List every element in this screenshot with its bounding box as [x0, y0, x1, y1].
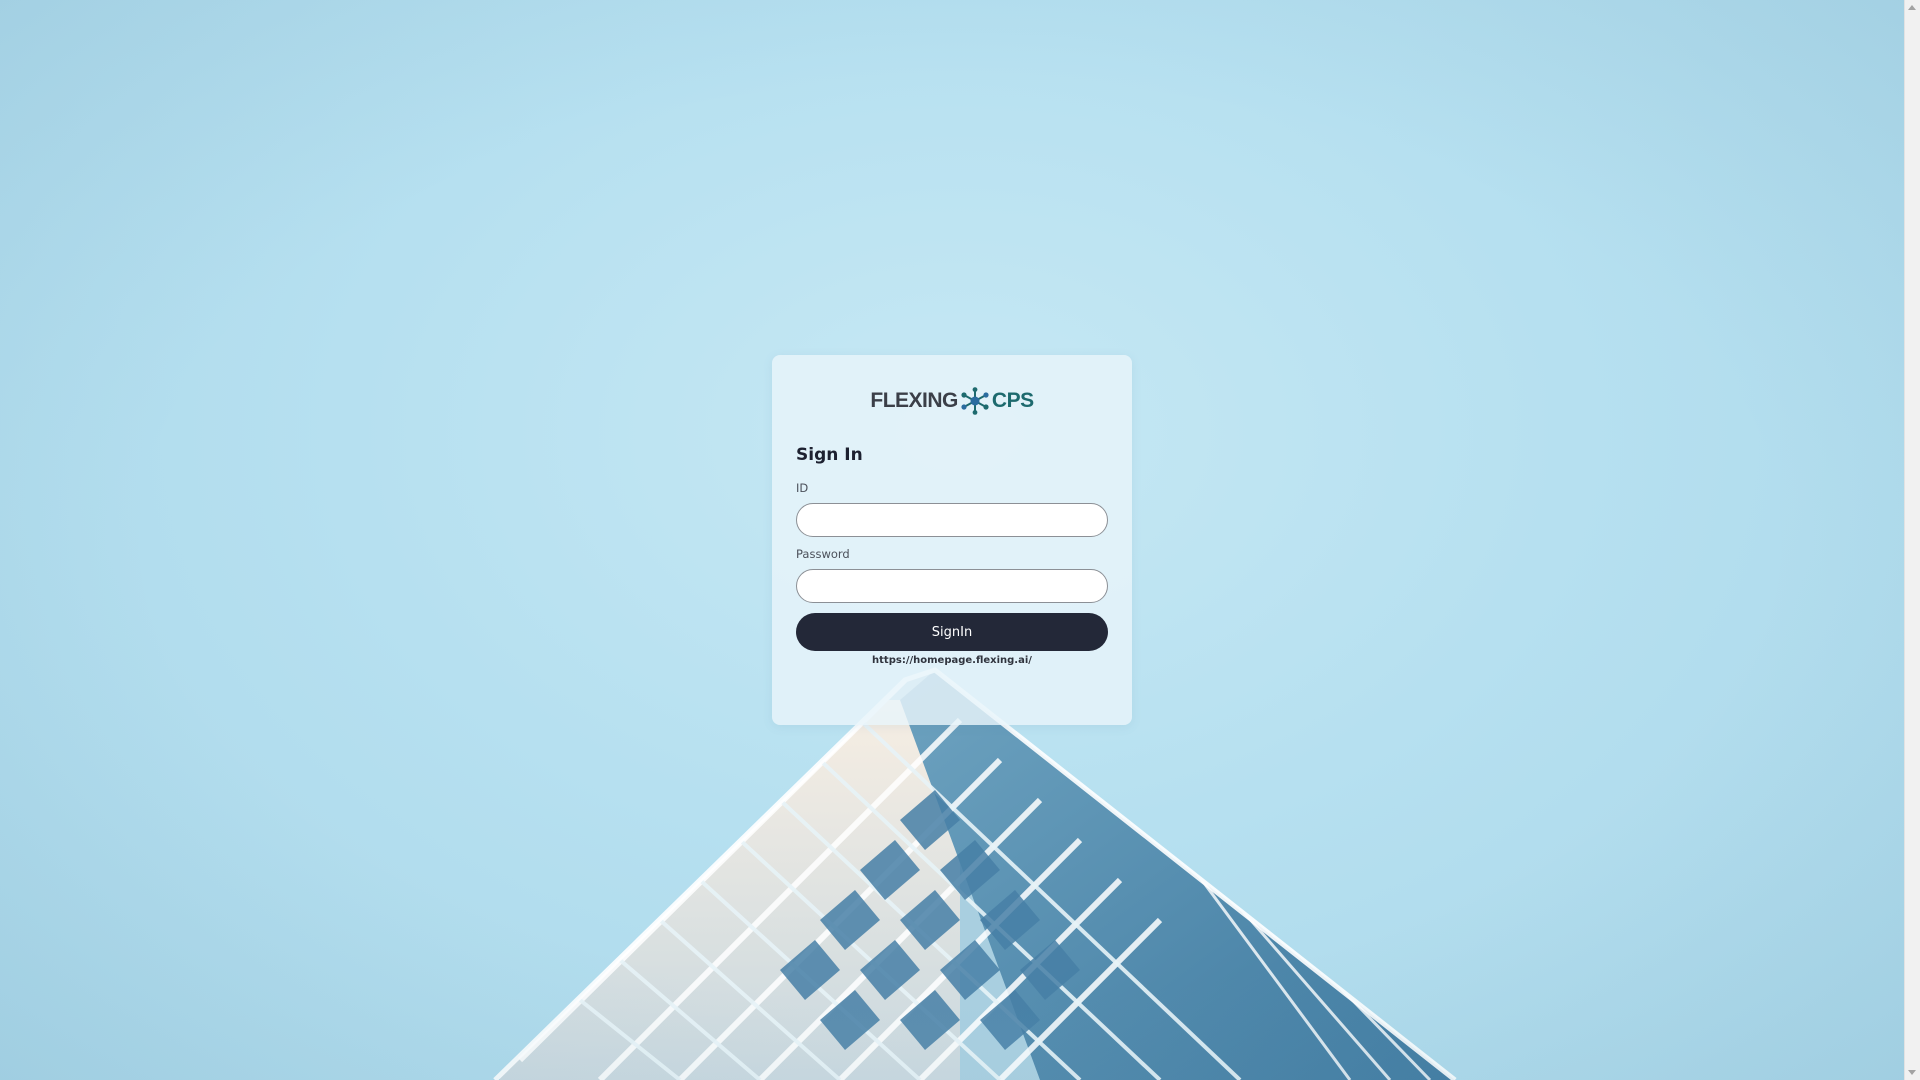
- logo-text-flexing: FLEXING: [870, 389, 958, 412]
- sign-in-card: FLEXING CPS Sign In ID Password SignIn h…: [772, 355, 1132, 725]
- logo-text-cps: CPS: [991, 389, 1034, 412]
- password-label: Password: [796, 547, 850, 561]
- id-input[interactable]: [796, 503, 1108, 537]
- password-input[interactable]: [796, 569, 1108, 603]
- scroll-up-arrow-icon[interactable]: [1908, 5, 1916, 10]
- molecule-network-icon: [961, 387, 989, 415]
- id-label: ID: [796, 481, 809, 495]
- flexing-cps-logo: FLEXING CPS: [796, 385, 1108, 417]
- scroll-down-arrow-icon[interactable]: [1908, 1070, 1916, 1075]
- homepage-link[interactable]: https://homepage.flexing.ai/: [796, 655, 1108, 666]
- login-page: FLEXING CPS Sign In ID Password SignIn h…: [0, 0, 1920, 1080]
- vertical-scrollbar[interactable]: [1904, 0, 1920, 1080]
- sign-in-button[interactable]: SignIn: [796, 613, 1108, 651]
- sign-in-title: Sign In: [796, 445, 863, 465]
